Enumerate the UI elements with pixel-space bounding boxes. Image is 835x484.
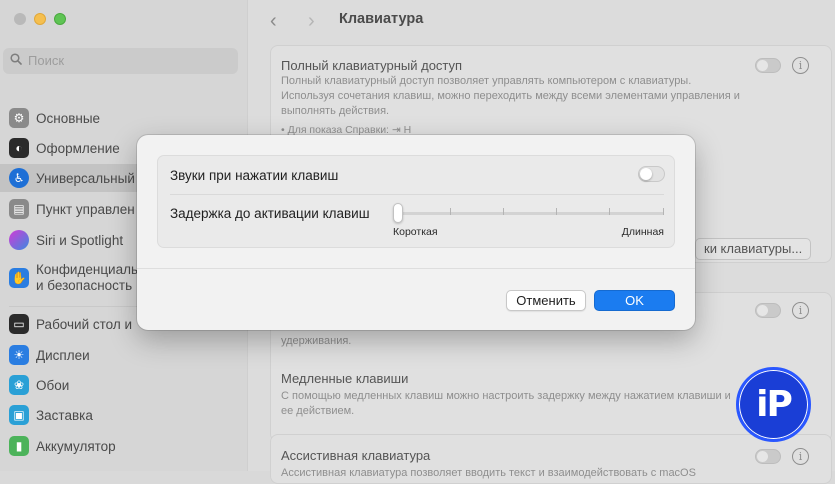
keyboard-shortcuts-button[interactable]: ки клавиатуры... [695,238,812,260]
sidebar-item-label: Заставка [36,407,93,423]
ip-logo-text: iP [756,384,793,425]
slider-tick [450,208,451,215]
key-sounds-label: Звуки при нажатии клавиш [170,168,339,183]
sidebar-item-label: Конфиденциаль [36,262,139,277]
sidebar-item-label: Обои [36,377,70,393]
dialog-row-divider [170,194,664,195]
sidebar-item-displays[interactable]: ☀ Дисплеи [0,341,248,369]
assistive-keyboard-card: Ассистивная клавиатура i Ассистивная кла… [270,434,832,484]
sidebar-item-label: Универсальный [36,170,135,186]
delay-slider-thumb[interactable] [393,203,403,223]
sidebar-item-label: Пункт управлен [36,201,135,217]
dialog-divider [137,268,695,269]
assistive-keyboard-title: Ассистивная клавиатура [281,448,431,463]
sidebar-item-label: Рабочий стол и [36,316,133,332]
assistive-keyboard-description: Ассистивная клавиатура позволяет вводить… [281,467,696,479]
full-access-toggle[interactable] [755,58,781,73]
ok-button[interactable]: OK [594,290,675,311]
full-access-title: Полный клавиатурный доступ [281,58,463,73]
display-icon: ☀ [9,345,29,365]
hold-keys-toggle[interactable] [755,303,781,318]
toggle-knob [640,168,652,180]
full-access-description: Полный клавиатурный доступ позволяет упр… [281,75,740,117]
sidebar-item-label: Оформление [36,140,120,156]
delay-min-label: Короткая [393,226,438,238]
appearance-icon: ◐ [9,138,29,158]
hold-keys-description: удерживания. [281,335,352,347]
siri-icon [9,230,29,250]
sidebar-item-label: Siri и Spotlight [36,232,124,248]
back-chevron-icon[interactable]: ‹ [270,10,277,33]
sidebar-item-screensaver[interactable]: ▣ Заставка [0,401,248,429]
page-title: Клавиатура [339,11,424,27]
accessibility-icon: ♿ [9,168,29,188]
search-placeholder: Поиск [28,53,65,68]
ip-logo: iP [736,367,811,442]
slider-tick [556,208,557,215]
dialog-options-box: Звуки при нажатии клавиш Задержка до акт… [157,155,675,248]
forward-chevron-icon[interactable]: › [308,10,315,33]
sidebar-item-label-line2: и безопасность [36,278,133,293]
sidebar-item-label: Аккумулятор [36,438,116,454]
search-icon [10,53,22,65]
gear-icon: ⚙ [9,108,29,128]
sidebar-item-battery[interactable]: ▮ Аккумулятор [0,432,248,460]
slider-tick [663,208,664,215]
zoom-window-button[interactable] [54,13,66,25]
screensaver-icon: ▣ [9,405,29,425]
info-icon[interactable]: i [792,448,809,465]
assistive-keyboard-toggle[interactable] [755,449,781,464]
privacy-hand-icon: ✋ [9,268,29,288]
desktop-dock-icon: ▭ [9,314,29,334]
delay-slider-track[interactable] [398,212,664,215]
sidebar-item-general[interactable]: ⚙ Основные [0,104,248,132]
slider-tick [609,208,610,215]
sidebar-item-label: Дисплеи [36,347,90,363]
acceptance-delay-label: Задержка до активации клавиш [170,206,370,221]
delay-max-label: Длинная [621,226,664,238]
slow-keys-title: Медленные клавиши [281,371,409,386]
cancel-button[interactable]: Отменить [506,290,586,311]
wallpaper-icon: ❀ [9,375,29,395]
control-center-icon: ▤ [9,199,29,219]
close-window-button[interactable] [14,13,26,25]
key-sounds-toggle[interactable] [638,166,665,182]
minimize-window-button[interactable] [34,13,46,25]
info-icon[interactable]: i [792,57,809,74]
sidebar-item-wallpaper[interactable]: ❀ Обои [0,371,248,399]
slow-keys-description: С помощью медленных клавиш можно настрои… [281,390,731,417]
sidebar-item-label: Основные [36,110,101,126]
slider-tick [503,208,504,215]
search-field[interactable]: Поиск [3,48,238,74]
slow-keys-options-dialog: Звуки при нажатии клавиш Задержка до акт… [137,135,695,330]
info-icon[interactable]: i [792,302,809,319]
battery-icon: ▮ [9,436,29,456]
